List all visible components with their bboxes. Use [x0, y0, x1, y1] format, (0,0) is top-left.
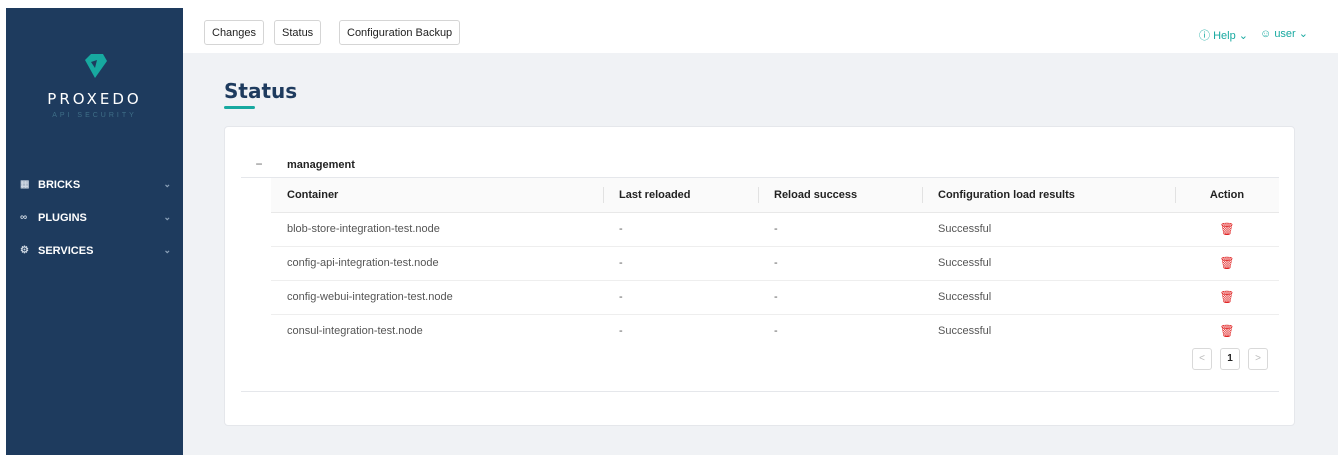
sidebar-item-label: PLUGINS	[38, 211, 87, 224]
status-table: Container Last reloaded Reload success C…	[271, 178, 1279, 348]
sidebar: PROXEDO API SECURITY ▦ BRICKS ⌄ ∞ PLUGIN…	[6, 8, 183, 455]
tab-status[interactable]: Status	[274, 20, 322, 45]
chevron-down-icon: ⌄	[1298, 28, 1308, 40]
chevron-down-icon: ⌄	[163, 179, 171, 189]
tab-configuration-backup[interactable]: Configuration Backup	[339, 20, 461, 45]
divider	[241, 391, 1279, 392]
column-header-configuration-load-results: Configuration load results	[922, 178, 1175, 213]
delete-trash-icon[interactable]: 🗑	[1219, 222, 1234, 236]
title-underline	[224, 106, 255, 109]
cell-reload-success: -	[774, 325, 778, 338]
cell-container: config-webui-integration-test.node	[271, 280, 603, 315]
cell-container: blob-store-integration-test.node	[271, 212, 603, 247]
main-content: Status − management Container Last reloa…	[183, 53, 1338, 455]
cell-action: 🗑	[1175, 314, 1279, 348]
cell-result: Successful	[938, 325, 992, 338]
cell-action: 🗑	[1175, 246, 1279, 281]
table-row: config-api-integration-test.node - - Suc…	[271, 246, 1279, 281]
group-header: − management	[243, 151, 1279, 179]
status-card: − management Container Last reloaded Rel…	[224, 126, 1295, 426]
cell-container: config-api-integration-test.node	[271, 246, 603, 281]
plug-icon: ∞	[20, 212, 28, 223]
cell-result: Successful	[922, 280, 1175, 315]
group-name: management	[287, 159, 355, 171]
page-title: Status	[224, 79, 298, 103]
chevron-down-icon: ⌄	[163, 212, 171, 222]
prev-page-button[interactable]: <	[1192, 348, 1212, 370]
grid-icon: ▦	[20, 179, 30, 190]
user-menu[interactable]: ☺ user ⌄	[1260, 27, 1308, 43]
chevron-down-icon: ⌄	[163, 245, 171, 255]
delete-trash-icon[interactable]: 🗑	[1219, 256, 1234, 270]
proxedo-logo-icon	[84, 54, 107, 78]
help-menu[interactable]: ⓘ Help ⌄	[1199, 27, 1248, 43]
column-header-action: Action	[1175, 178, 1279, 213]
cell-reload-success: -	[758, 246, 922, 281]
cell-last-reloaded: -	[619, 325, 623, 338]
help-circle-icon: ⓘ	[1199, 30, 1211, 42]
column-header-reload-success: Reload success	[758, 178, 922, 213]
sidebar-item-plugins[interactable]: ∞ PLUGINS ⌄	[6, 201, 183, 234]
delete-trash-icon[interactable]: 🗑	[1219, 290, 1234, 304]
table-header-row: Container Last reloaded Reload success C…	[271, 178, 1279, 213]
sidebar-nav: ▦ BRICKS ⌄ ∞ PLUGINS ⌄ ⚙ SERVICES ⌄	[6, 168, 183, 267]
page-number-button[interactable]: 1	[1220, 348, 1240, 370]
help-label: Help	[1213, 30, 1236, 42]
topbar: Changes Status Configuration Backup ⓘ He…	[183, 0, 1338, 53]
cell-action: 🗑	[1175, 212, 1279, 247]
cell-result: Successful	[922, 246, 1175, 281]
cell-action: 🗑	[1175, 280, 1279, 315]
cell-result: Successful	[922, 212, 1175, 247]
user-label: user	[1274, 28, 1296, 40]
table-row: config-webui-integration-test.node - - S…	[271, 280, 1279, 315]
collapse-toggle-icon[interactable]: −	[253, 158, 265, 171]
cell-last-reloaded: -	[603, 246, 758, 281]
cell-reload-success: -	[758, 280, 922, 315]
logo[interactable]: PROXEDO API SECURITY	[6, 52, 183, 119]
brand-name: PROXEDO	[47, 90, 142, 108]
table-row: blob-store-integration-test.node - - Suc…	[271, 212, 1279, 247]
sidebar-item-label: SERVICES	[38, 244, 94, 257]
brand-tagline: API SECURITY	[52, 112, 137, 119]
cell-reload-success: -	[758, 212, 922, 247]
cell-last-reloaded: -	[603, 280, 758, 315]
column-header-last-reloaded: Last reloaded	[603, 178, 758, 213]
cell-container: consul-integration-test.node	[287, 325, 423, 338]
cell-last-reloaded: -	[603, 212, 758, 247]
sidebar-item-label: BRICKS	[38, 178, 81, 191]
table-row: consul-integration-test.node - - Success…	[271, 314, 1279, 348]
delete-trash-icon[interactable]: 🗑	[1219, 324, 1234, 338]
sidebar-item-bricks[interactable]: ▦ BRICKS ⌄	[6, 168, 183, 201]
next-page-button[interactable]: >	[1248, 348, 1268, 370]
pagination: < 1 >	[1192, 348, 1268, 370]
sidebar-item-services[interactable]: ⚙ SERVICES ⌄	[6, 234, 183, 267]
gear-icon: ⚙	[20, 245, 29, 256]
column-header-container: Container	[271, 178, 603, 213]
user-icon: ☺	[1260, 28, 1272, 40]
top-right-menu: ⓘ Help ⌄ ☺ user ⌄	[1199, 27, 1308, 43]
chevron-down-icon: ⌄	[1238, 30, 1249, 42]
tab-changes[interactable]: Changes	[204, 20, 265, 45]
